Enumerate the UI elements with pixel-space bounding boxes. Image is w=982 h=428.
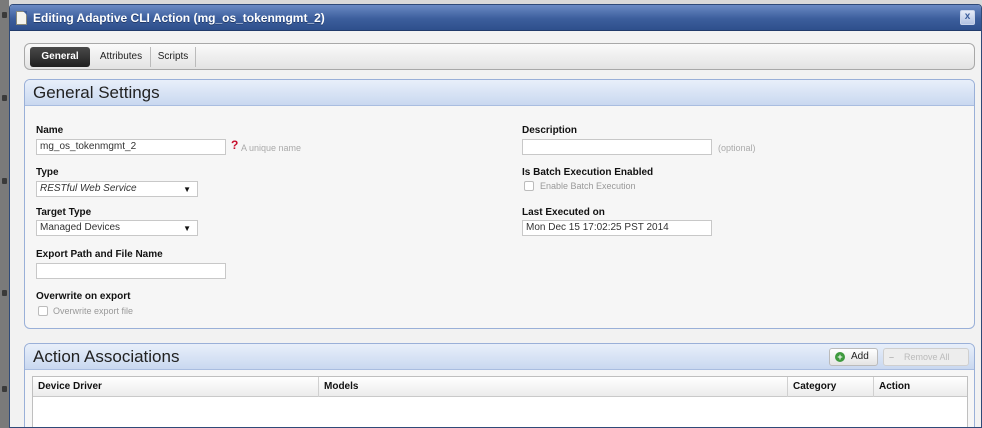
batch-checkbox-label: Enable Batch Execution bbox=[540, 181, 636, 191]
plus-icon: + bbox=[835, 352, 845, 362]
type-label: Type bbox=[36, 167, 59, 178]
description-hint: (optional) bbox=[718, 143, 756, 153]
dialog-titlebar[interactable]: Editing Adaptive CLI Action (mg_os_token… bbox=[10, 5, 981, 31]
column-header-category[interactable]: Category bbox=[788, 377, 874, 397]
action-associations-panel: Action Associations + Add – Remove All D… bbox=[24, 343, 975, 427]
chevron-down-icon: ▼ bbox=[183, 224, 191, 233]
tab-attributes[interactable]: Attributes bbox=[94, 47, 148, 67]
minus-icon: – bbox=[889, 352, 895, 362]
tab-bar: General Attributes Scripts bbox=[24, 43, 975, 70]
general-settings-header: General Settings bbox=[25, 80, 974, 106]
column-header-device-driver[interactable]: Device Driver bbox=[33, 377, 319, 397]
last-executed-label: Last Executed on bbox=[522, 207, 605, 218]
chevron-down-icon: ▼ bbox=[183, 185, 191, 194]
target-type-select-value: Managed Devices bbox=[40, 222, 121, 233]
action-associations-header: Action Associations + Add – Remove All bbox=[25, 344, 974, 370]
close-icon: x bbox=[964, 11, 971, 22]
name-input[interactable]: mg_os_tokenmgmt_2 bbox=[36, 139, 226, 155]
tab-general[interactable]: General bbox=[30, 47, 90, 67]
description-input[interactable] bbox=[522, 139, 712, 155]
column-header-models[interactable]: Models bbox=[319, 377, 788, 397]
name-label: Name bbox=[36, 125, 64, 136]
table-header: Device Driver Models Category Action bbox=[33, 377, 967, 397]
target-type-label: Target Type bbox=[36, 207, 92, 218]
required-icon: ? bbox=[231, 138, 239, 152]
column-header-action[interactable]: Action bbox=[874, 377, 969, 397]
panel-title: Action Associations bbox=[33, 347, 180, 366]
remove-all-button[interactable]: – Remove All bbox=[883, 348, 969, 366]
document-icon bbox=[16, 11, 27, 25]
add-button-label: Add bbox=[851, 351, 869, 362]
edit-action-dialog: Editing Adaptive CLI Action (mg_os_token… bbox=[9, 4, 982, 428]
batch-label: Is Batch Execution Enabled bbox=[522, 167, 654, 178]
type-select-value: RESTful Web Service bbox=[40, 183, 137, 194]
last-executed-field: Mon Dec 15 17:02:25 PST 2014 bbox=[522, 220, 712, 236]
name-hint: A unique name bbox=[241, 143, 302, 153]
tab-scripts[interactable]: Scripts bbox=[153, 47, 193, 67]
target-type-select[interactable]: Managed Devices ▼ bbox=[36, 220, 198, 236]
export-path-label: Export Path and File Name bbox=[36, 249, 163, 260]
general-settings-panel: General Settings Name mg_os_tokenmgmt_2 … bbox=[24, 79, 975, 329]
add-button[interactable]: + Add bbox=[829, 348, 878, 366]
associations-table: Device Driver Models Category Action bbox=[32, 376, 968, 427]
overwrite-label: Overwrite on export bbox=[36, 291, 131, 302]
batch-checkbox[interactable] bbox=[524, 181, 534, 191]
panel-title: General Settings bbox=[33, 83, 160, 102]
description-label: Description bbox=[522, 125, 578, 136]
overwrite-checkbox[interactable] bbox=[38, 306, 48, 316]
close-button[interactable]: x bbox=[960, 10, 975, 25]
dialog-title: Editing Adaptive CLI Action (mg_os_token… bbox=[33, 11, 325, 25]
tab-divider bbox=[195, 47, 196, 67]
overwrite-checkbox-label: Overwrite export file bbox=[53, 306, 134, 316]
export-path-input[interactable] bbox=[36, 263, 226, 279]
tab-divider bbox=[150, 47, 151, 67]
remove-all-button-label: Remove All bbox=[904, 352, 950, 362]
type-select[interactable]: RESTful Web Service ▼ bbox=[36, 181, 198, 197]
background-window-edge bbox=[0, 0, 9, 428]
